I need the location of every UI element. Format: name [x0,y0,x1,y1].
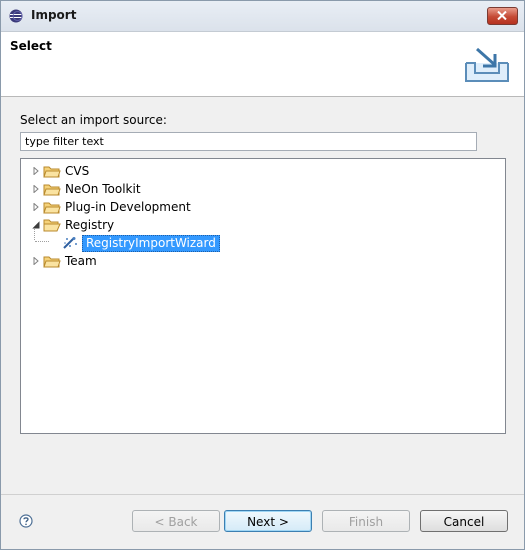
folder-icon [43,166,61,178]
filter-input[interactable] [20,132,477,151]
page-title: Select [10,39,52,53]
title-bar[interactable]: Import [1,1,524,32]
tree-item-cvs[interactable]: CVS [21,162,505,180]
wizard-banner: Select [1,32,524,97]
collapsed-arrow-icon[interactable] [32,203,40,211]
close-icon [497,11,507,20]
tree-item-label: RegistryImportWizard [82,235,220,252]
tree-item-label: Registry [65,218,115,232]
folder-icon [43,202,61,214]
cancel-button[interactable]: Cancel [420,510,508,532]
import-dialog: Import Select Select an import source: t… [0,0,525,550]
help-icon[interactable] [19,514,33,528]
tree-item-label: NeOn Toolkit [65,182,141,196]
tree-guide-line [34,228,36,240]
tree-item-neon-toolkit[interactable]: NeOn Toolkit [21,180,505,198]
import-wizard-icon [465,47,509,82]
open-folder-icon [43,219,61,232]
finish-button[interactable]: Finish [322,510,410,532]
tree-item-team[interactable]: Team [21,252,505,270]
tree-item-registry[interactable]: Registry [21,216,505,234]
collapsed-arrow-icon[interactable] [32,167,40,175]
next-button[interactable]: Next > [224,510,312,532]
tree-item-registry-import-wizard[interactable]: RegistryImportWizard [21,234,505,252]
tree-item-plugin-development[interactable]: Plug-in Development [21,198,505,216]
eclipse-icon [9,9,23,23]
button-bar-separator [1,494,524,495]
tree-item-label: Plug-in Development [65,200,191,214]
folder-icon [43,184,61,196]
tree-guide-line [35,241,49,243]
collapsed-arrow-icon[interactable] [32,257,40,265]
import-source-label: Select an import source: [20,113,167,127]
tree-item-label: Team [65,254,97,268]
folder-icon [43,256,61,268]
tree-item-label: CVS [65,164,90,178]
collapsed-arrow-icon[interactable] [32,185,40,193]
window-title: Import [31,8,77,22]
wizard-icon [63,237,77,249]
back-button[interactable]: < Back [132,510,220,532]
close-button[interactable] [487,7,518,25]
import-source-tree[interactable]: CVS NeOn Toolkit Plug-in Development Reg… [20,158,506,434]
